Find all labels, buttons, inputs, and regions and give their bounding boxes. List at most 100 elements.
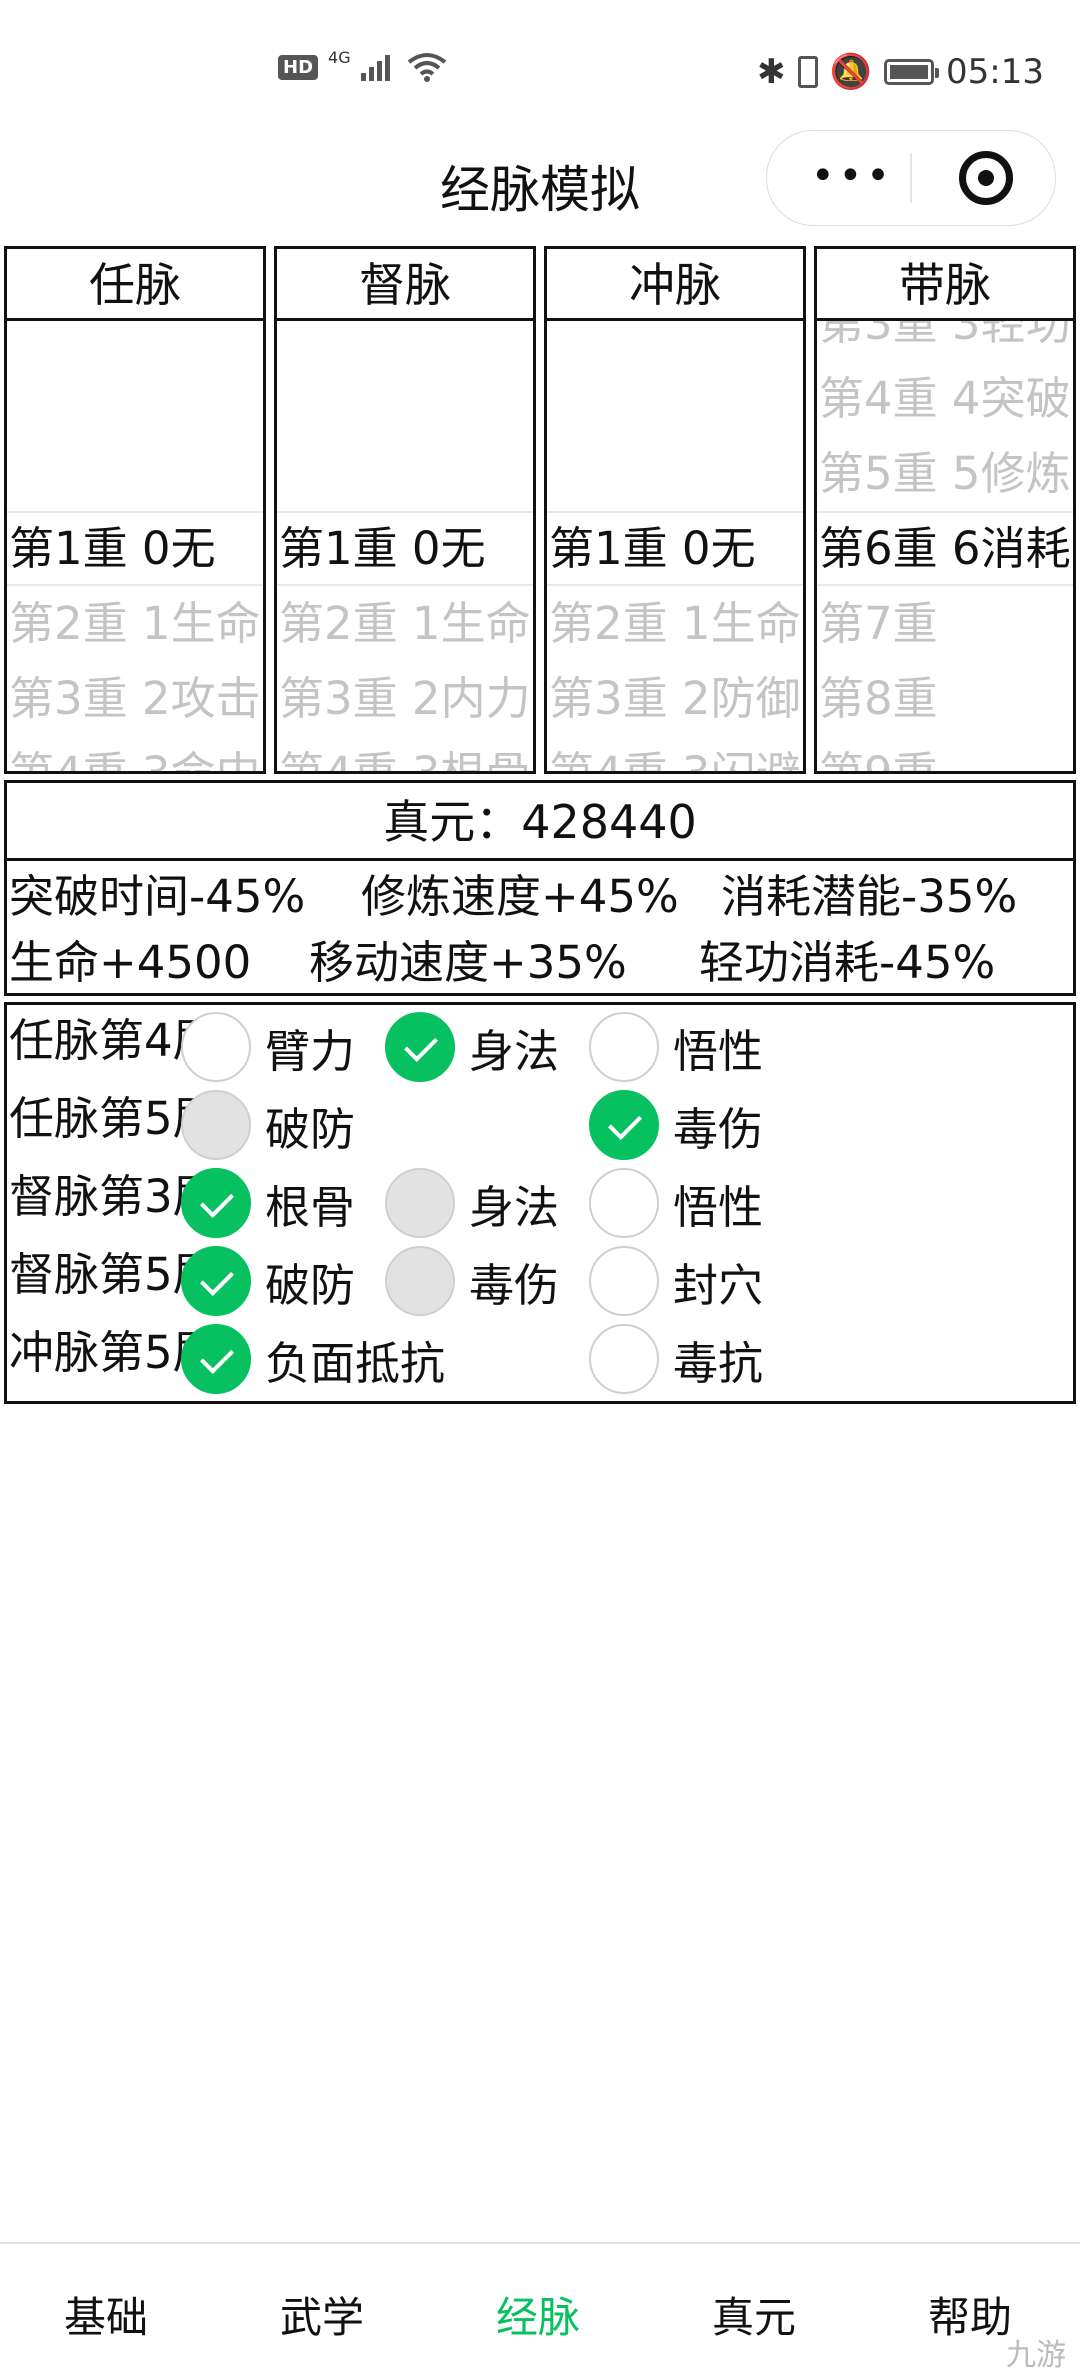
picker-option[interactable]: 第4重 4突破 <box>817 361 1073 436</box>
picker-option[interactable]: 第3重 3轻功 <box>817 321 1073 361</box>
picker-wheel[interactable]: 第1重 0无第2重 1生命第3重 2防御第4重 3闪避 <box>547 321 803 771</box>
tab-help[interactable]: 帮助 <box>928 2284 1012 2345</box>
option-row: 任脉第4层： 臂力 身法 悟性 <box>7 1007 1073 1086</box>
tab-zhenyuan[interactable]: 真元 <box>712 2284 796 2345</box>
radio-option[interactable]: 负面抵抗 <box>181 1323 445 1395</box>
radio-icon[interactable] <box>589 1012 659 1082</box>
picker-option[interactable]: 第4重 3闪避 <box>547 736 803 771</box>
radio-icon[interactable] <box>181 1090 251 1160</box>
status-left: HD 4G <box>278 48 447 82</box>
picker-header: 冲脉 <box>547 249 803 321</box>
picker-chongmai[interactable]: 冲脉 第1重 0无第2重 1生命第3重 2防御第4重 3闪避 <box>544 246 806 774</box>
radio-checked-icon[interactable] <box>181 1168 251 1238</box>
radio-checked-icon[interactable] <box>181 1324 251 1394</box>
radio-option[interactable]: 悟性 <box>589 1011 763 1083</box>
mute-icon: 🔕 <box>829 52 873 92</box>
picker-option[interactable]: 第6重 6消耗 <box>817 511 1073 586</box>
bottom-tab-bar: 基础 武学 经脉 真元 帮助 <box>0 2242 1080 2378</box>
radio-icon[interactable] <box>385 1246 455 1316</box>
picker-wheel[interactable]: 第3重 3轻功第4重 4突破第5重 5修炼第6重 6消耗第7重第8重第9重 <box>817 321 1073 771</box>
radio-option[interactable]: 破防 <box>181 1089 355 1161</box>
close-icon[interactable] <box>959 151 1013 205</box>
radio-option[interactable]: 破防 <box>181 1245 355 1317</box>
picker-option[interactable]: 第1重 0无 <box>7 511 263 586</box>
radio-icon[interactable] <box>385 1168 455 1238</box>
option-row: 冲脉第5层： 负面抵抗 毒抗 <box>7 1319 1073 1398</box>
stat-text: 生命+4500 <box>9 936 252 989</box>
picker-wheel[interactable]: 第1重 0无第2重 1生命第3重 2攻击第4重 3命中 <box>7 321 263 771</box>
signal-icon <box>360 55 390 81</box>
picker-option[interactable]: 第3重 2内力 <box>277 661 533 736</box>
radio-option[interactable]: 封穴 <box>589 1245 763 1317</box>
radio-option[interactable]: 根骨 <box>181 1167 355 1239</box>
radio-option[interactable]: 身法 <box>385 1011 559 1083</box>
radio-option[interactable]: 臂力 <box>181 1011 355 1083</box>
picker-header: 带脉 <box>817 249 1073 321</box>
picker-option[interactable]: 第8重 <box>817 661 1073 736</box>
radio-option[interactable]: 悟性 <box>589 1167 763 1239</box>
radio-option-label: 身法 <box>469 1024 560 1078</box>
capsule-divider <box>910 153 912 203</box>
picker-header: 督脉 <box>277 249 533 321</box>
picker-option[interactable]: 第1重 0无 <box>547 511 803 586</box>
layer-options-panel: 任脉第4层： 臂力 身法 悟性 任脉第5层： 破防 毒伤 督脉第3层： 根骨 身法 悟性 督脉第5层：… <box>4 1002 1076 1404</box>
radio-option-label: 悟性 <box>673 1180 764 1234</box>
stat-text: 突破时间-45% <box>9 870 306 923</box>
picker-header: 任脉 <box>7 249 263 321</box>
radio-option[interactable]: 毒伤 <box>385 1245 559 1317</box>
radio-checked-icon[interactable] <box>385 1012 455 1082</box>
picker-option[interactable]: 第9重 <box>817 736 1073 771</box>
picker-option[interactable]: 第5重 5修炼 <box>817 436 1073 511</box>
radio-option-label: 根骨 <box>265 1180 356 1234</box>
radio-option[interactable]: 毒抗 <box>589 1323 763 1395</box>
radio-option-label: 负面抵抗 <box>265 1336 446 1390</box>
option-row: 督脉第3层： 根骨 身法 悟性 <box>7 1163 1073 1242</box>
bluetooth-icon: ✱ <box>757 52 786 92</box>
radio-icon[interactable] <box>589 1324 659 1394</box>
picker-renmai[interactable]: 任脉 第1重 0无第2重 1生命第3重 2攻击第4重 3命中 <box>4 246 266 774</box>
radio-option-label: 毒伤 <box>673 1102 764 1156</box>
picker-option[interactable]: 第4重 3根骨 <box>277 736 533 771</box>
radio-checked-icon[interactable] <box>181 1246 251 1316</box>
stat-text: 消耗潜能-35% <box>721 870 1018 923</box>
stat-text: 移动速度+35% <box>309 936 627 989</box>
picker-option[interactable]: 第3重 2防御 <box>547 661 803 736</box>
picker-option[interactable]: 第4重 3命中 <box>7 736 263 771</box>
nav-bar: 经脉模拟 ••• <box>0 130 1080 230</box>
radio-option-label: 破防 <box>265 1102 356 1156</box>
radio-option-label: 毒伤 <box>469 1258 560 1312</box>
clock: 05:13 <box>946 52 1044 92</box>
radio-option[interactable]: 毒伤 <box>589 1089 763 1161</box>
vibrate-icon <box>797 56 818 88</box>
battery-icon <box>884 59 940 85</box>
picker-daimai[interactable]: 带脉 第3重 3轻功第4重 4突破第5重 5修炼第6重 6消耗第7重第8重第9重 <box>814 246 1076 774</box>
wifi-icon <box>407 53 446 82</box>
status-bar: HD 4G ✱ 🔕 05:13 <box>0 0 1080 140</box>
radio-option-label: 破防 <box>265 1258 356 1312</box>
picker-dumai[interactable]: 督脉 第1重 0无第2重 1生命第3重 2内力第4重 3根骨 <box>274 246 536 774</box>
picker-option[interactable]: 第7重 <box>817 586 1073 661</box>
more-icon[interactable]: ••• <box>811 156 894 196</box>
tab-basics[interactable]: 基础 <box>64 2284 148 2345</box>
picker-option[interactable]: 第2重 1生命 <box>277 586 533 661</box>
picker-option[interactable]: 第1重 0无 <box>277 511 533 586</box>
mini-program-capsule: ••• <box>766 130 1056 226</box>
picker-wheel[interactable]: 第1重 0无第2重 1生命第3重 2内力第4重 3根骨 <box>277 321 533 771</box>
signal-label: 4G <box>328 47 351 67</box>
radio-option-label: 悟性 <box>673 1024 764 1078</box>
radio-checked-icon[interactable] <box>589 1090 659 1160</box>
radio-option-label: 身法 <box>469 1180 560 1234</box>
picker-option[interactable]: 第2重 1生命 <box>547 586 803 661</box>
summary-row-1: 突破时间-45% 修炼速度+45% 消耗潜能-35% <box>7 863 1073 931</box>
radio-icon[interactable] <box>589 1246 659 1316</box>
radio-option-label: 毒抗 <box>673 1336 764 1390</box>
radio-option[interactable]: 身法 <box>385 1167 559 1239</box>
tab-meridian[interactable]: 经脉 <box>496 2284 580 2345</box>
picker-option[interactable]: 第3重 2攻击 <box>7 661 263 736</box>
tab-martial[interactable]: 武学 <box>280 2284 364 2345</box>
stat-text: 轻功消耗-45% <box>699 936 996 989</box>
picker-option[interactable]: 第2重 1生命 <box>7 586 263 661</box>
watermark: 九游 <box>1006 2338 1066 2373</box>
radio-icon[interactable] <box>181 1012 251 1082</box>
radio-icon[interactable] <box>589 1168 659 1238</box>
